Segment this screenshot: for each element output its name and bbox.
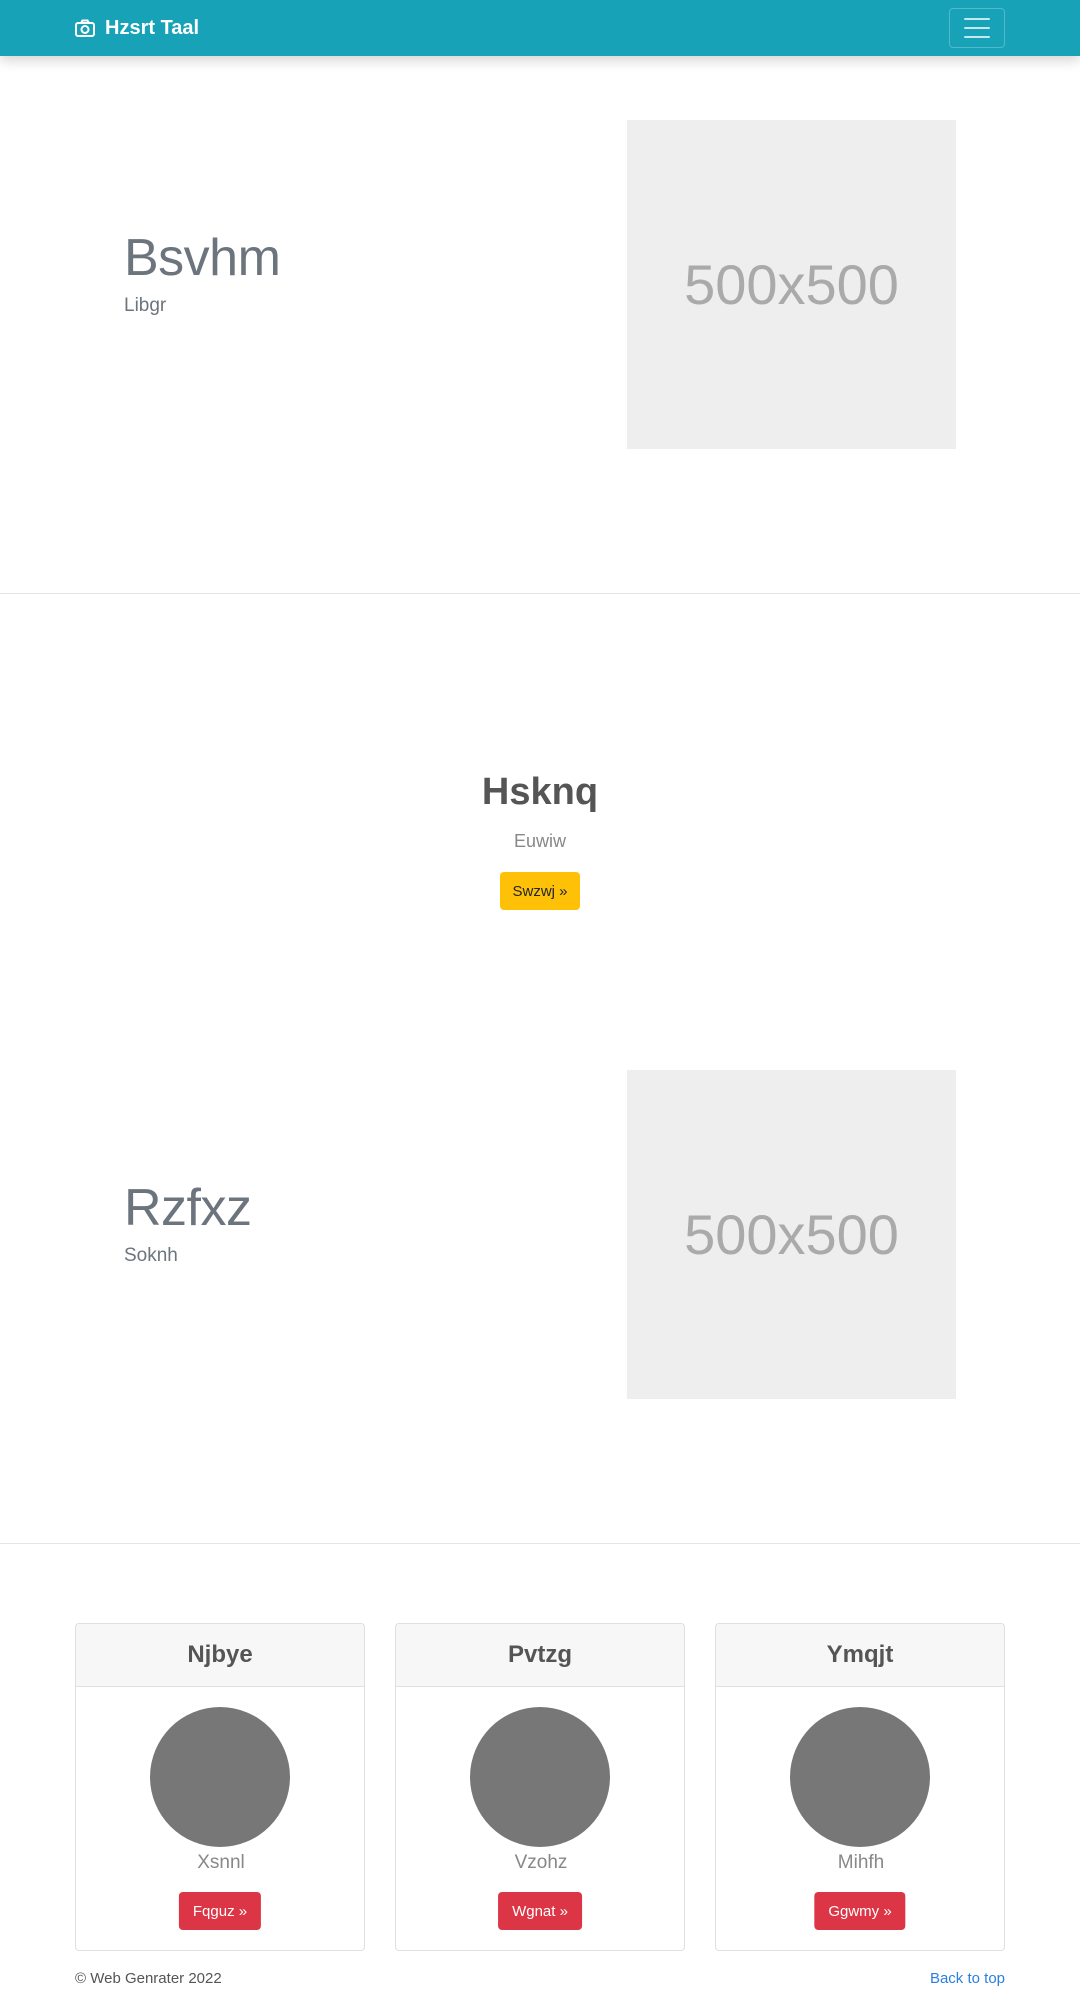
center-title: Hsknq [481,771,599,813]
center-action-button[interactable]: Swzwj » [500,872,580,910]
avatar [150,1707,290,1847]
camera-icon [75,19,95,37]
brand-name: Hzsrt Taal [105,16,200,39]
card-text: Xsnnl [197,1852,245,1873]
hero1-image-placeholder: 500x500 [627,120,956,449]
card-header: Njbye [76,1624,364,1687]
back-to-top-link[interactable]: Back to top [930,1970,1005,1987]
card: Ymqjt Mihfh Ggwmy » [715,1623,1005,1951]
avatar [470,1707,610,1847]
hero1-title: Bsvhm [124,229,281,287]
hero2-subtitle: Soknh [124,1245,178,1266]
hero2-image-placeholder: 500x500 [627,1070,956,1399]
navbar: Hzsrt Taal [0,0,1080,56]
brand-link[interactable]: Hzsrt Taal [75,14,199,42]
footer-copyright: © Web Genrater 2022 [75,1970,222,1987]
hamburger-menu-icon [964,18,990,20]
card-button[interactable]: Fqguz » [178,1892,262,1930]
card-button[interactable]: Wgnat » [498,1892,582,1930]
center-subtitle: Euwiw [513,831,566,851]
card: Njbye Xsnnl Fqguz » [75,1623,365,1951]
card-text: Mihfh [837,1852,885,1873]
card-header: Ymqjt [716,1624,1004,1687]
navbar-toggle-button[interactable] [949,8,1005,48]
card: Pvtzg Vzohz Wgnat » [395,1623,685,1951]
hero1-subtitle: Libgr [124,295,167,316]
hero2-title: Rzfxz [124,1179,252,1237]
section-divider [0,1543,1080,1544]
card-header: Pvtzg [396,1624,684,1687]
section-divider [0,593,1080,594]
card-text: Vzohz [514,1852,568,1873]
card-button[interactable]: Ggwmy » [814,1892,906,1930]
avatar [790,1707,930,1847]
